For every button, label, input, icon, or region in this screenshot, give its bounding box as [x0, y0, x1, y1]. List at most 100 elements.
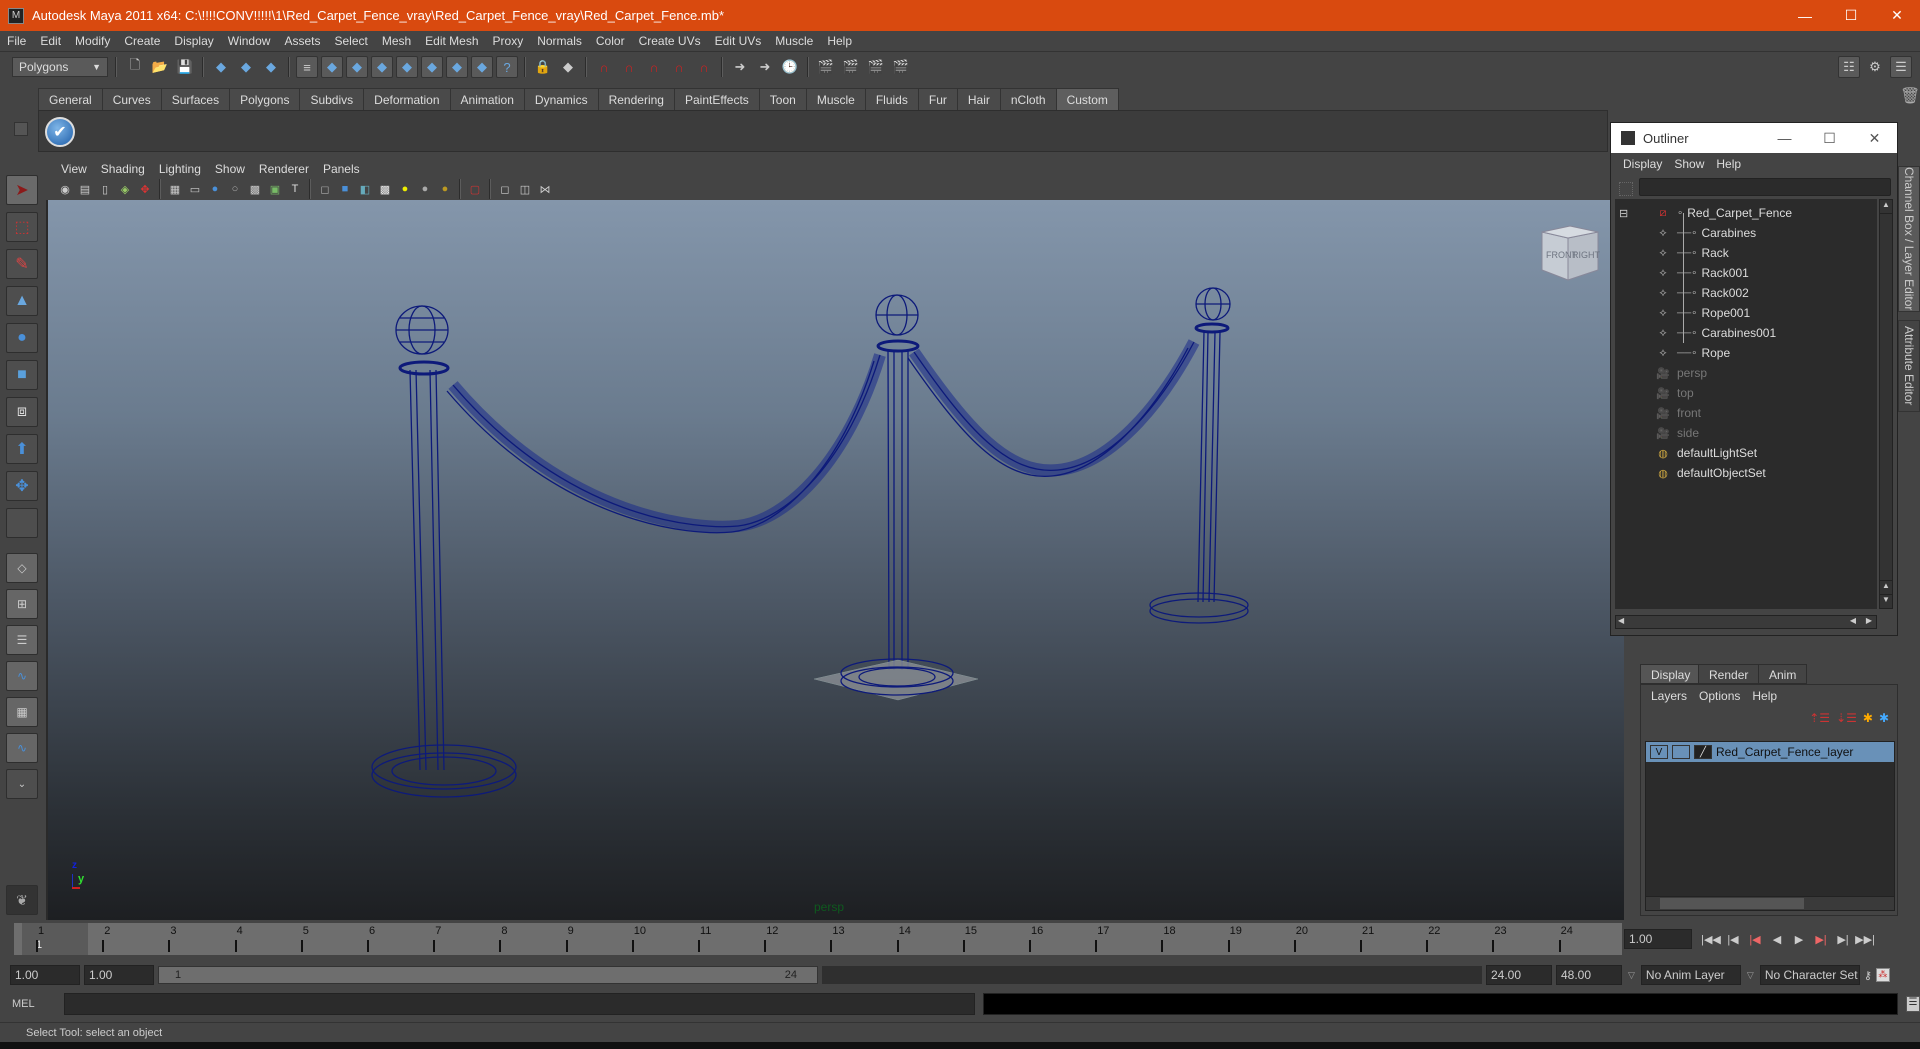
filter-toggle-icon[interactable] — [1619, 182, 1633, 196]
viewport-menu-lighting[interactable]: Lighting — [152, 162, 208, 176]
scroll-up-icon[interactable]: ▲ — [1880, 580, 1892, 594]
viewport-menu-shading[interactable]: Shading — [94, 162, 152, 176]
select-by-hierarchy-icon[interactable]: ◆ — [210, 56, 232, 78]
select-surfaces-icon[interactable]: ◆ — [396, 56, 418, 78]
scroll-right-icon[interactable]: ▶ — [1866, 616, 1872, 625]
new-empty-layer-icon[interactable]: ✱ — [1863, 711, 1873, 725]
outliner-menu-help[interactable]: Help — [1710, 157, 1747, 171]
scroll-up-icon[interactable]: ▲ — [1880, 200, 1892, 214]
wireframe-icon[interactable]: ◻ — [316, 180, 334, 198]
smooth-shade-icon[interactable]: ■ — [336, 180, 354, 198]
tab-render[interactable]: Render — [1698, 664, 1760, 684]
lasso-tool-icon[interactable]: ⬚ — [6, 212, 38, 242]
perspective-viewport[interactable]: FRONT RIGHT z y persp — [46, 200, 1624, 920]
isolate-select-icon[interactable]: ▢ — [466, 180, 484, 198]
render-settings-icon[interactable]: 🎬 — [890, 56, 912, 78]
menu-select[interactable]: Select — [327, 34, 374, 48]
go-to-end-icon[interactable]: ▶▶| — [1854, 929, 1876, 949]
layer-playback-toggle[interactable] — [1672, 745, 1690, 759]
menu-create[interactable]: Create — [117, 34, 167, 48]
outliner-vertical-scrollbar[interactable]: ▲ ▲ ▼ — [1879, 199, 1893, 609]
time-slider[interactable]: 1 1 2 3 4 5 6 7 8 9 10 11 12 13 14 15 16 17 18 19 20 21 22 23 2… — [14, 923, 1622, 955]
four-view-layout-icon[interactable]: ⊞ — [6, 589, 38, 619]
paint-select-tool-icon[interactable]: ✎ — [6, 249, 38, 279]
chevron-down-icon[interactable]: ▽ — [1628, 970, 1635, 981]
safe-title-icon[interactable]: T — [286, 180, 304, 198]
menu-proxy[interactable]: Proxy — [486, 34, 531, 48]
outliner-item[interactable]: ⟡ ──∘ Rope — [1655, 343, 1730, 363]
more-layouts-icon[interactable]: ⌄ — [6, 769, 38, 799]
menu-window[interactable]: Window — [221, 34, 278, 48]
snap-curve-icon[interactable]: ∩ — [618, 56, 640, 78]
single-perspective-layout-icon[interactable]: ◇ — [6, 553, 38, 583]
open-scene-icon[interactable]: 📂 — [149, 56, 171, 78]
step-forward-key-icon[interactable]: ▶| — [1810, 929, 1832, 949]
close-button[interactable]: ✕ — [1874, 0, 1920, 31]
menu-normals[interactable]: Normals — [530, 34, 589, 48]
layer-menu-layers[interactable]: Layers — [1645, 689, 1693, 703]
shelf-tab-polygons[interactable]: Polygons — [229, 88, 301, 110]
select-by-object-icon[interactable]: ◆ — [235, 56, 257, 78]
persp-outliner-graph-layout-icon[interactable]: ∿ — [6, 733, 38, 763]
chevron-down-icon[interactable]: ▽ — [1747, 970, 1754, 981]
soft-modification-icon[interactable]: ⬆ — [6, 434, 38, 464]
shelf-tab-rendering[interactable]: Rendering — [597, 88, 675, 110]
shelf-tab-animation[interactable]: Animation — [449, 88, 525, 110]
menu-help[interactable]: Help — [820, 34, 859, 48]
shelf-tab-subdivs[interactable]: Subdivs — [299, 88, 365, 110]
layer-menu-options[interactable]: Options — [1693, 689, 1746, 703]
snap-point-icon[interactable]: ∩ — [643, 56, 665, 78]
two-d-pan-zoom-icon[interactable]: ✥ — [136, 180, 154, 198]
outliner-horizontal-scrollbar[interactable]: ◀ ◀ ▶ — [1615, 615, 1877, 629]
move-tool-icon[interactable]: ▲ — [6, 286, 38, 316]
camera-attributes-icon[interactable]: ▤ — [76, 180, 94, 198]
layer-menu-help[interactable]: Help — [1746, 689, 1783, 703]
shelf-tab-toon[interactable]: Toon — [758, 88, 807, 110]
menu-mesh[interactable]: Mesh — [375, 34, 418, 48]
menu-muscle[interactable]: Muscle — [768, 34, 820, 48]
play-forwards-icon[interactable]: ▶ — [1788, 929, 1810, 949]
outliner-item[interactable]: ⟡ ──∘ Carabines001 — [1655, 323, 1776, 343]
lock-selection-icon[interactable]: 🔒 — [532, 56, 554, 78]
menu-file[interactable]: File — [0, 34, 33, 48]
persp-graph-layout-icon[interactable]: ∿ — [6, 661, 38, 691]
tab-channel-box-layer-editor[interactable]: Channel Box / Layer Editor — [1898, 166, 1920, 312]
layer-row[interactable]: V ╱ Red_Carpet_Fence_layer — [1646, 742, 1894, 762]
scrollbar-thumb[interactable] — [1660, 898, 1804, 909]
shelf-tab-hair[interactable]: Hair — [956, 88, 1001, 110]
xray-components-icon[interactable]: ⋈ — [536, 180, 554, 198]
shelf-tab-deformation[interactable]: Deformation — [363, 88, 451, 110]
outliner-persp-layout-icon[interactable]: ☰ — [6, 625, 38, 655]
minimize-button[interactable]: — — [1782, 0, 1828, 31]
outliner-item[interactable]: 🎥 top — [1655, 383, 1694, 403]
collapse-toggle-icon[interactable]: ⊟ — [1619, 207, 1628, 220]
menu-color[interactable]: Color — [589, 34, 632, 48]
use-all-lights-icon[interactable]: ● — [396, 180, 414, 198]
step-back-key-icon[interactable]: |◀ — [1744, 929, 1766, 949]
outliner-item[interactable]: ◍ defaultLightSet — [1655, 443, 1757, 463]
animation-preferences-icon[interactable]: ⁂ — [1875, 968, 1890, 982]
save-scene-icon[interactable]: 💾 — [174, 56, 196, 78]
auto-key-icon[interactable]: ⚷ — [1864, 969, 1872, 982]
show-manipulator-icon[interactable]: ✥ — [6, 471, 38, 501]
menu-set-dropdown[interactable]: Polygons ▼ — [12, 57, 108, 77]
outliner-item[interactable]: ⟡ ──∘ Rack — [1655, 243, 1728, 263]
move-layer-down-icon[interactable]: ⇣☰ — [1836, 711, 1857, 725]
tab-attribute-editor[interactable]: Attribute Editor — [1898, 320, 1920, 412]
command-input[interactable] — [63, 993, 975, 1015]
trash-icon[interactable]: 🗑 — [1900, 86, 1920, 106]
anim-layer-field[interactable]: No Anim Layer — [1640, 965, 1741, 985]
xray-joints-icon[interactable]: ◫ — [516, 180, 534, 198]
wireframe-on-shaded-icon[interactable]: ◧ — [356, 180, 374, 198]
universal-manipulator-icon[interactable]: ⧈ — [6, 397, 38, 427]
select-by-component-icon[interactable]: ◆ — [260, 56, 282, 78]
shelf-tab-ncloth[interactable]: nCloth — [999, 88, 1057, 110]
channel-box-toggle-icon[interactable]: ☷ — [1838, 56, 1860, 78]
play-backwards-icon[interactable]: ◀ — [1766, 929, 1788, 949]
image-plane-icon[interactable]: ◈ — [116, 180, 134, 198]
step-forward-frame-icon[interactable]: ▶| — [1832, 929, 1854, 949]
select-handles-icon[interactable]: ◆ — [321, 56, 343, 78]
tab-anim[interactable]: Anim — [1758, 664, 1808, 684]
scale-tool-icon[interactable]: ■ — [6, 360, 38, 390]
menu-edit-mesh[interactable]: Edit Mesh — [418, 34, 485, 48]
